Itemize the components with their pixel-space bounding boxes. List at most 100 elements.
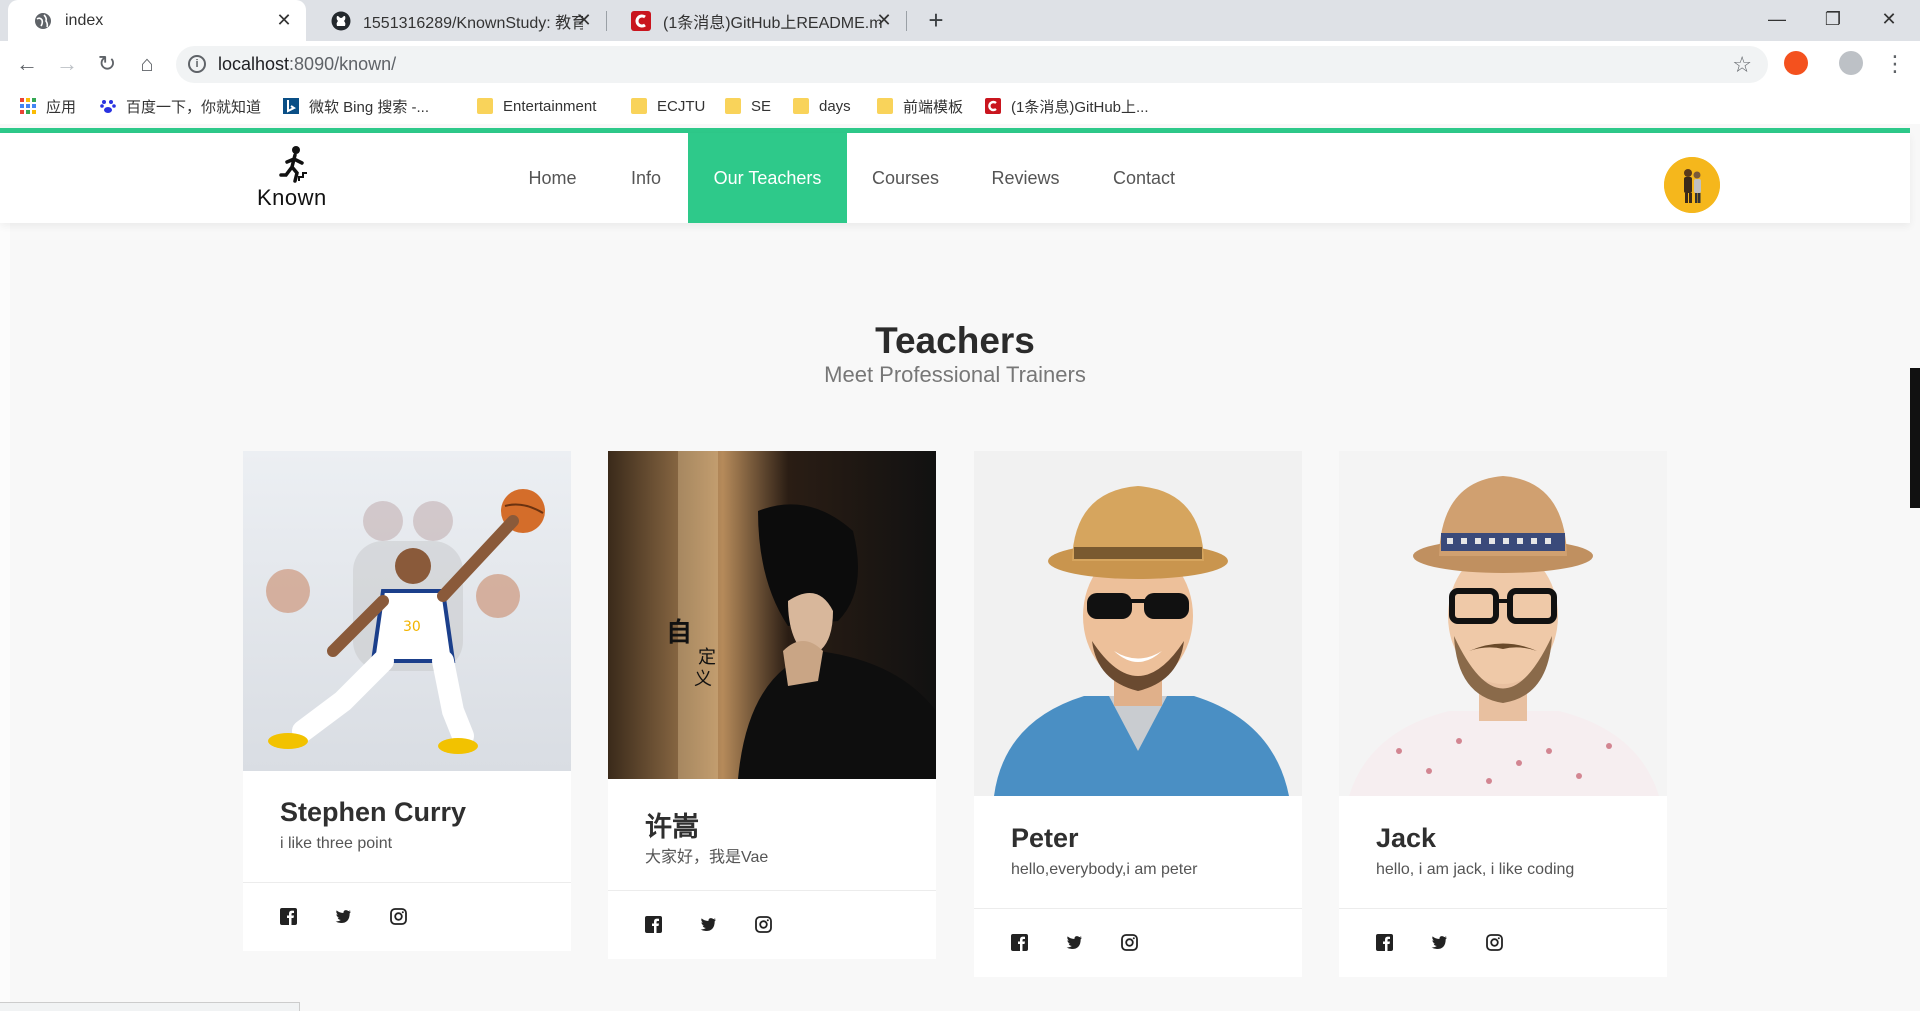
bookmark-csdn[interactable]: (1条消息)GitHub上...	[985, 96, 1149, 116]
teacher-desc: i like three point	[280, 835, 393, 852]
facebook-icon[interactable]	[1011, 934, 1028, 951]
facebook-icon[interactable]	[1376, 934, 1393, 951]
nav-info[interactable]: Info	[604, 133, 688, 223]
bing-icon	[283, 98, 299, 114]
restore-button[interactable]: ❐	[1805, 0, 1861, 41]
forward-arrow-icon[interactable]: →	[52, 49, 82, 79]
bookmark-label: Entertainment	[503, 97, 597, 115]
site-info-icon[interactable]: i	[188, 55, 206, 73]
github-icon	[331, 11, 351, 31]
teacher-card: Jack hello, i am jack, i like coding	[1339, 451, 1667, 977]
tab-csdn[interactable]: (1条消息)GitHub上README.md ✕	[606, 0, 906, 41]
url-text[interactable]: localhost:8090/known/	[218, 54, 396, 75]
facebook-icon[interactable]	[280, 908, 297, 925]
globe-icon	[33, 11, 53, 31]
teacher-name: Stephen Curry	[280, 797, 467, 827]
status-bar	[0, 1002, 300, 1011]
site-header: Known Home Info Our Teachers Courses Rev…	[0, 133, 1910, 223]
site-logo[interactable]: Known	[255, 145, 335, 213]
twitter-icon[interactable]	[700, 916, 717, 933]
nav-contact[interactable]: Contact	[1093, 133, 1195, 223]
bookmark-bing[interactable]: 微软 Bing 搜索 -...	[283, 96, 429, 116]
bookmark-label: 应用	[46, 98, 77, 116]
browser-toolbar: ← → ↻ ⌂ i localhost:8090/known/ ☆ ⋮	[0, 41, 1920, 88]
bookmark-ecjtu[interactable]: ECJTU	[631, 96, 705, 116]
profile-avatar-icon[interactable]	[1839, 51, 1863, 75]
close-tab-icon[interactable]: ✕	[274, 10, 294, 30]
user-avatar[interactable]	[1664, 157, 1720, 213]
instagram-icon[interactable]	[390, 908, 407, 925]
twitter-icon[interactable]	[335, 908, 352, 925]
bookmark-star-icon[interactable]: ☆	[1732, 52, 1752, 78]
bookmark-baidu[interactable]: 百度一下，你就知道	[100, 96, 261, 116]
instagram-icon[interactable]	[1121, 934, 1138, 951]
teacher-name: Peter	[1011, 823, 1079, 853]
extension-icon[interactable]	[1784, 51, 1808, 75]
folder-icon	[877, 98, 893, 114]
csdn-icon	[631, 10, 651, 31]
teacher-desc: hello, i am jack, i like coding	[1376, 861, 1575, 878]
close-tab-icon[interactable]: ✕	[874, 10, 894, 30]
tab-index[interactable]: index ✕	[8, 0, 306, 41]
section-subtitle: Meet Professional Trainers	[824, 362, 1086, 387]
instagram-icon[interactable]	[755, 916, 772, 933]
close-tab-icon[interactable]: ✕	[574, 10, 594, 30]
apps-grid-icon	[20, 98, 36, 114]
teacher-name: 许嵩	[645, 812, 699, 842]
nav-home[interactable]: Home	[506, 133, 599, 223]
nav-our-teachers[interactable]: Our Teachers	[688, 133, 847, 223]
tab-github[interactable]: 1551316289/KnownStudy: 教育 ✕	[306, 0, 606, 41]
card-divider	[1339, 908, 1667, 909]
section-title: Teachers	[875, 320, 1035, 361]
teacher-photo: 自 定 义	[608, 451, 936, 779]
teacher-card: Peter hello,everybody,i am peter	[974, 451, 1302, 977]
address-bar[interactable]: i localhost:8090/known/ ☆	[176, 46, 1768, 83]
runner-logo-icon	[279, 146, 307, 183]
teacher-desc: 大家好，我是Vae	[645, 849, 769, 866]
bookmark-entertainment[interactable]: Entertainment	[477, 96, 596, 116]
instagram-icon[interactable]	[1486, 934, 1503, 951]
jersey-number: 30	[403, 619, 421, 635]
back-arrow-icon[interactable]: ←	[12, 49, 42, 79]
twitter-icon[interactable]	[1066, 934, 1083, 951]
teacher-desc: hello,everybody,i am peter	[1011, 861, 1198, 878]
nav-reviews[interactable]: Reviews	[974, 133, 1077, 223]
baidu-paw-icon	[100, 98, 116, 114]
bookmark-days[interactable]: days	[793, 96, 851, 116]
tab-title: (1条消息)GitHub上README.md	[663, 14, 883, 32]
bookmark-label: 前端模板	[903, 98, 964, 116]
social-links	[645, 916, 772, 933]
folder-icon	[725, 98, 741, 114]
csdn-icon	[985, 98, 1001, 114]
close-window-button[interactable]: ✕	[1861, 0, 1917, 41]
scrollbar-thumb[interactable]	[1910, 368, 1920, 508]
new-tab-button[interactable]: +	[922, 6, 950, 34]
home-icon[interactable]: ⌂	[132, 49, 162, 79]
bookmark-label: 微软 Bing 搜索 -...	[309, 98, 430, 116]
facebook-icon[interactable]	[645, 916, 662, 933]
user-avatar-icon	[1664, 157, 1720, 213]
social-links	[1376, 934, 1503, 951]
bookmark-label: ECJTU	[657, 97, 706, 115]
teacher-card: 30 Stephen Curry i like three point	[243, 451, 571, 951]
tab-separator	[906, 11, 907, 31]
page-viewport: Known Home Info Our Teachers Courses Rev…	[0, 124, 1920, 1011]
folder-icon	[793, 98, 809, 114]
bookmark-se[interactable]: SE	[725, 96, 771, 116]
menu-kebab-icon[interactable]: ⋮	[1880, 49, 1910, 79]
teacher-card: 自 定 义 许嵩 大家好，我是Vae	[608, 451, 936, 959]
folder-icon	[477, 98, 493, 114]
bookmark-label: days	[819, 97, 851, 115]
bookmark-apps[interactable]: 应用	[20, 96, 76, 116]
tab-title: 1551316289/KnownStudy: 教育	[363, 14, 583, 32]
bookmark-frontend-templates[interactable]: 前端模板	[877, 96, 963, 116]
teacher-photo	[1339, 451, 1667, 796]
teacher-photo	[974, 451, 1302, 796]
nav-courses[interactable]: Courses	[847, 133, 964, 223]
bookmark-label: SE	[751, 97, 772, 115]
logo-text: Known	[257, 185, 327, 210]
card-divider	[243, 882, 571, 883]
reload-icon[interactable]: ↻	[92, 49, 122, 79]
twitter-icon[interactable]	[1431, 934, 1448, 951]
minimize-button[interactable]: —	[1749, 0, 1805, 41]
